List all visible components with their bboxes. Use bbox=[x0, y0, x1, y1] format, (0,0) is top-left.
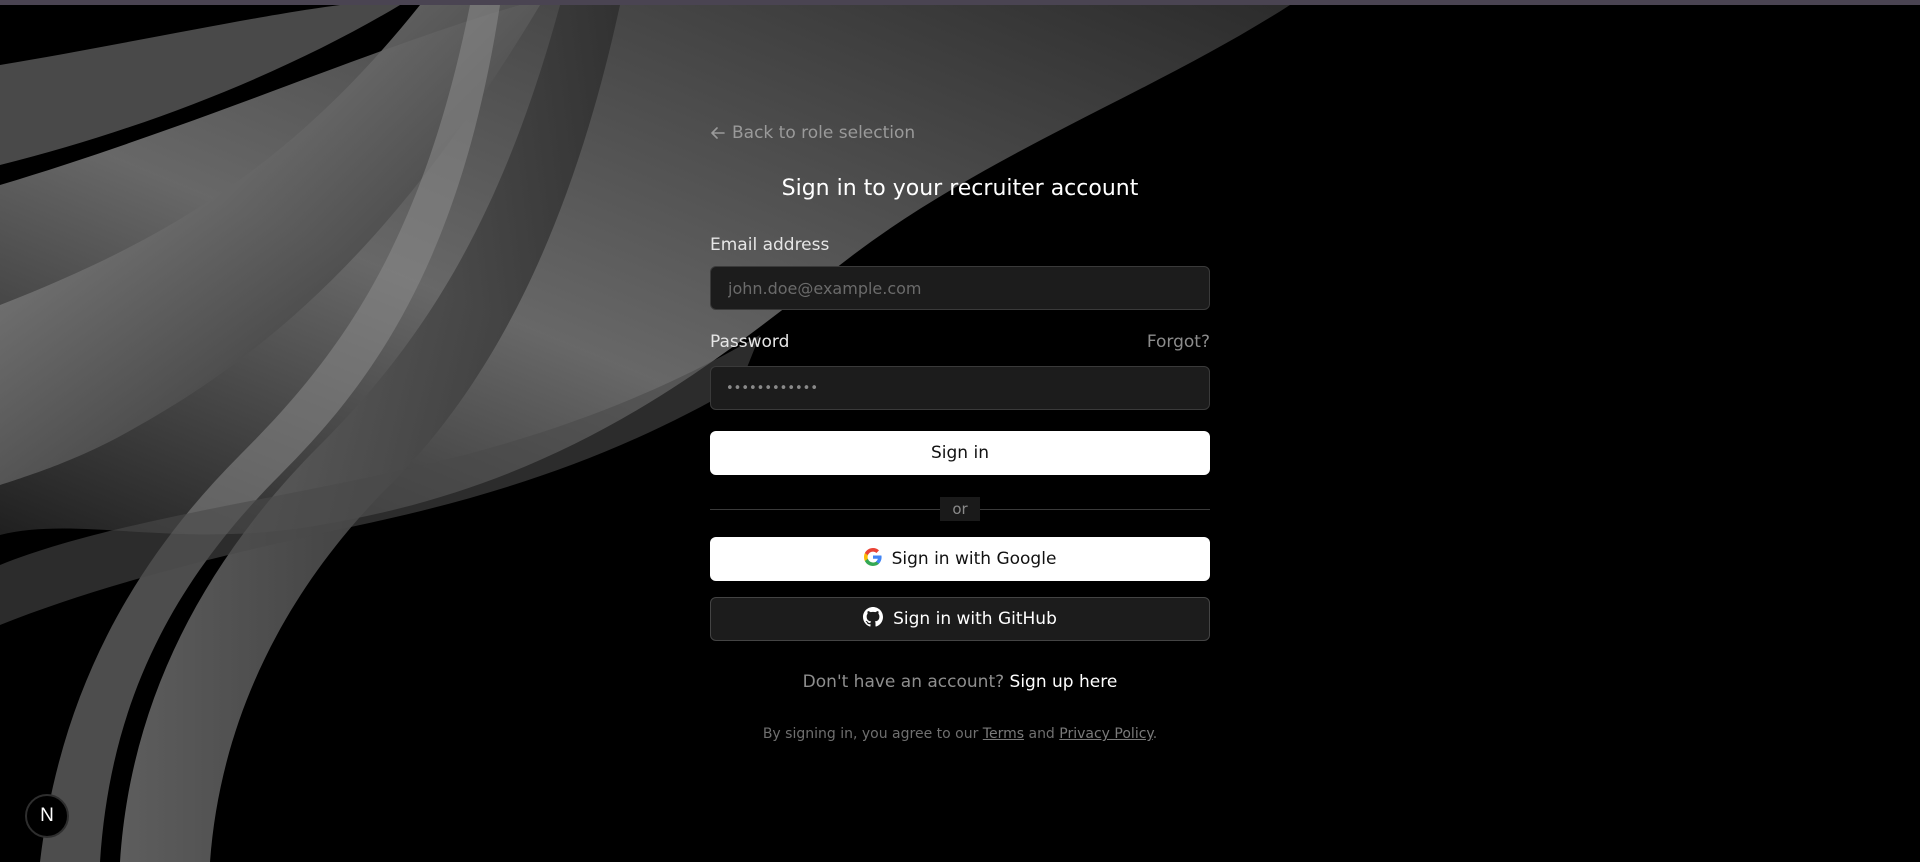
github-icon bbox=[863, 606, 884, 632]
legal-and: and bbox=[1028, 726, 1055, 742]
privacy-policy-link[interactable]: Privacy Policy bbox=[1059, 726, 1152, 742]
signup-prompt: Don't have an account? Sign up here bbox=[710, 672, 1210, 692]
google-button-label: Sign in with Google bbox=[891, 549, 1057, 569]
password-field[interactable]: •••••••••••• bbox=[710, 366, 1210, 410]
google-sign-in-button[interactable]: Sign in with Google bbox=[710, 537, 1210, 581]
legal-notice: By signing in, you agree to our Terms an… bbox=[710, 726, 1210, 742]
sign-in-button-label: Sign in bbox=[931, 443, 989, 463]
or-divider: or bbox=[710, 497, 1210, 521]
password-value: •••••••••••• bbox=[726, 380, 819, 396]
back-to-role-link[interactable]: Back to role selection bbox=[710, 120, 915, 146]
divider-or-label: or bbox=[940, 497, 980, 521]
github-button-label: Sign in with GitHub bbox=[893, 609, 1057, 629]
email-field[interactable] bbox=[726, 277, 1194, 299]
legal-suffix: . bbox=[1152, 726, 1158, 742]
google-icon bbox=[863, 547, 882, 571]
back-link-label: Back to role selection bbox=[732, 123, 916, 143]
signup-prompt-text: Don't have an account? bbox=[802, 672, 1005, 692]
legal-prefix: By signing in, you agree to our bbox=[762, 726, 979, 742]
sign-up-link[interactable]: Sign up here bbox=[1010, 672, 1118, 692]
sign-in-button[interactable]: Sign in bbox=[710, 431, 1210, 475]
arrow-left-icon bbox=[710, 125, 726, 141]
email-field-box[interactable] bbox=[710, 266, 1210, 310]
nextjs-icon[interactable]: N bbox=[25, 794, 69, 838]
email-label: Email address bbox=[710, 235, 830, 255]
terms-link[interactable]: Terms bbox=[983, 726, 1024, 742]
password-label: Password bbox=[710, 332, 790, 352]
nextjs-badge-letter: N bbox=[40, 805, 54, 826]
page-title: Sign in to your recruiter account bbox=[781, 176, 1139, 201]
github-sign-in-button[interactable]: Sign in with GitHub bbox=[710, 597, 1210, 641]
forgot-password-link[interactable]: Forgot? bbox=[1147, 332, 1210, 352]
